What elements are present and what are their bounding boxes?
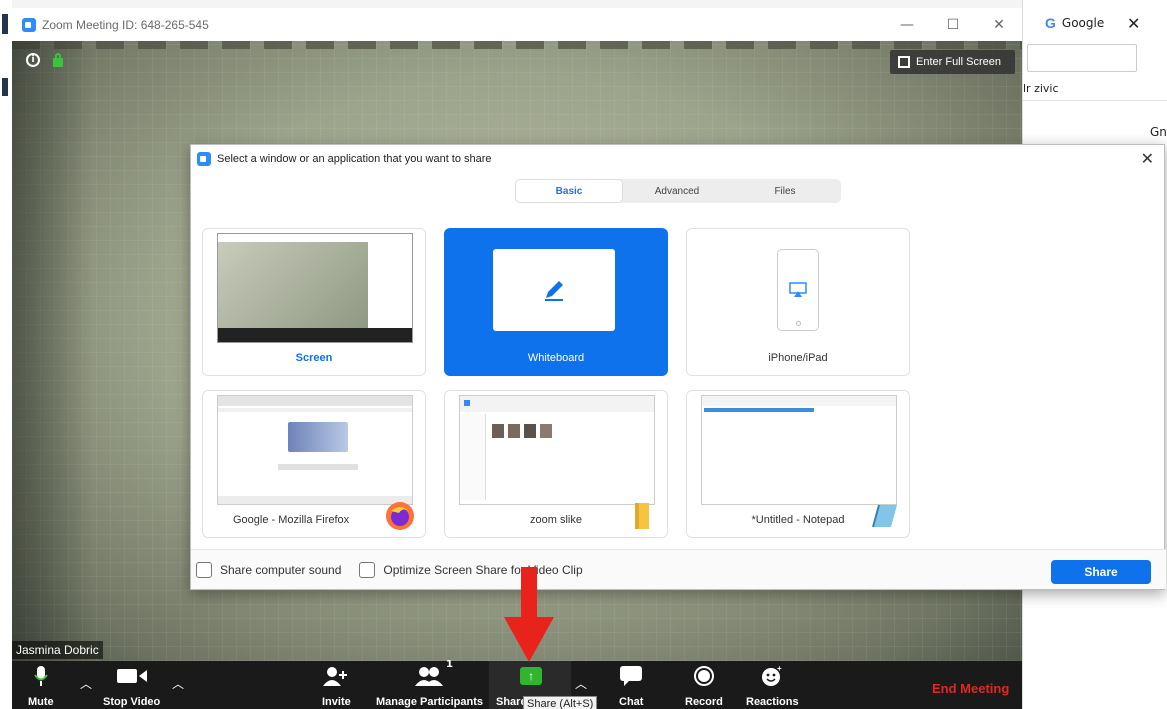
video-options-chevron-icon[interactable]: ︿ (172, 675, 184, 692)
record-button[interactable]: Record (685, 661, 723, 709)
chat-icon (620, 661, 643, 691)
screen-thumbnail (217, 233, 413, 343)
fullscreen-label: Enter Full Screen (916, 56, 1001, 68)
tab-files[interactable]: Files (731, 179, 839, 203)
dialog-title-bar: Select a window or an application that y… (197, 152, 492, 166)
svg-text:+: + (777, 665, 782, 673)
share-tile-screen[interactable]: Screen (202, 228, 426, 376)
share-button[interactable]: Share (1051, 560, 1151, 584)
window-title: Zoom Meeting ID: 648-265-545 (42, 17, 209, 32)
dialog-footer: Share computer sound Optimize Screen Sha… (191, 549, 1166, 589)
zoom-logo-icon (22, 17, 36, 32)
share-sound-checkbox[interactable] (196, 561, 212, 578)
fullscreen-icon (898, 56, 910, 68)
share-options-chevron-icon[interactable]: ︿ (575, 675, 587, 692)
zoom-logo-icon (197, 152, 211, 166)
desktop: G Google ✕ lr zivic Gn Zoom Meeting ID: … (0, 0, 1167, 709)
minimize-button[interactable]: — (884, 8, 930, 41)
video-texture (12, 41, 1022, 49)
enter-full-screen-button[interactable]: Enter Full Screen (890, 50, 1015, 74)
stop-video-button[interactable]: Stop Video (103, 661, 160, 709)
explorer-thumbnail (459, 395, 655, 505)
share-tile-iphone-ipad[interactable]: iPhone/iPad (686, 228, 910, 376)
microphone-icon (33, 661, 48, 691)
info-icon[interactable]: i (26, 53, 40, 67)
background-app-strip (0, 0, 12, 709)
reactions-button[interactable]: + Reactions (746, 661, 799, 709)
lock-icon[interactable] (53, 53, 63, 67)
dialog-title: Select a window or an application that y… (217, 153, 492, 165)
participant-name-tag: Jasmina Dobric (12, 641, 103, 659)
tab-basic[interactable]: Basic (515, 179, 623, 203)
phone-preview (777, 249, 819, 331)
browser-tab[interactable]: G Google ✕ (1023, 6, 1167, 40)
end-meeting-button[interactable]: End Meeting (932, 681, 1009, 696)
tab-advanced[interactable]: Advanced (623, 179, 731, 203)
red-arrow-annotation (504, 567, 554, 662)
share-tile-firefox[interactable]: Google - Mozilla Firefox (202, 390, 426, 538)
optimize-video-checkbox[interactable] (359, 561, 376, 578)
audio-options-chevron-icon[interactable]: ︿ (80, 675, 92, 692)
firefox-icon (386, 502, 414, 530)
share-tooltip: Share (Alt+S) (523, 696, 598, 709)
record-icon (693, 661, 715, 691)
share-type-tabs: Basic Advanced Files (515, 179, 841, 203)
reactions-label: Reactions (746, 696, 799, 708)
share-sound-label: Share computer sound (220, 562, 342, 577)
close-icon[interactable]: ✕ (1141, 149, 1154, 168)
share-tile-zoom-slike[interactable]: zoom slike (444, 390, 668, 538)
google-icon: G (1045, 15, 1056, 31)
browser-tab-title: Google (1061, 16, 1105, 30)
close-tab-icon[interactable]: ✕ (1127, 14, 1140, 33)
mute-label: Mute (28, 696, 54, 708)
background-app-fragment (2, 78, 8, 96)
firefox-thumbnail (217, 395, 413, 505)
airplay-icon (789, 282, 807, 297)
reactions-icon: + (761, 661, 783, 691)
maximize-button[interactable]: ☐ (930, 8, 976, 41)
chat-button[interactable]: Chat (619, 661, 643, 709)
browser-address-bar[interactable] (1027, 44, 1137, 72)
background-app-fragment (2, 14, 8, 34)
share-dialog: Select a window or an application that y… (190, 144, 1166, 590)
divider (1023, 100, 1167, 101)
participants-icon (415, 661, 444, 691)
folder-icon (635, 503, 649, 529)
whiteboard-preview (493, 249, 615, 331)
title-bar: Zoom Meeting ID: 648-265-545 — ☐ ✕ (12, 8, 1022, 41)
invite-button[interactable]: Invite (322, 661, 351, 709)
pencil-icon (545, 281, 563, 301)
notepad-icon (872, 504, 897, 528)
video-camera-icon (116, 661, 147, 691)
chat-label: Chat (619, 696, 644, 708)
invite-label: Invite (322, 696, 351, 708)
browser-user-text: lr zivic (1023, 82, 1059, 95)
share-screen-icon: ↑ (520, 661, 543, 691)
share-tile-label: Whiteboard (527, 352, 585, 364)
browser-side-text: Gn (1150, 125, 1167, 139)
manage-participants-button[interactable]: Manage Participants (376, 661, 483, 709)
manage-participants-label: Manage Participants (376, 696, 483, 708)
share-tile-label: Screen (295, 352, 333, 364)
video-shadow (12, 41, 92, 661)
share-tile-whiteboard[interactable]: Whiteboard (444, 228, 668, 376)
mute-button[interactable]: Mute (28, 661, 54, 709)
close-window-button[interactable]: ✕ (976, 8, 1022, 41)
notepad-thumbnail (701, 395, 897, 505)
record-label: Record (685, 696, 723, 708)
share-tile-notepad[interactable]: *Untitled - Notepad (686, 390, 910, 538)
share-tile-label: iPhone/iPad (768, 352, 828, 364)
meeting-toolbar: Mute ︿ Stop Video ︿ Invite Manage Partic… (12, 661, 1022, 709)
add-user-icon (323, 661, 349, 691)
participants-count-badge: 1 (446, 659, 453, 670)
share-sound-option[interactable]: Share computer sound (196, 561, 342, 578)
stop-video-label: Stop Video (103, 696, 161, 708)
